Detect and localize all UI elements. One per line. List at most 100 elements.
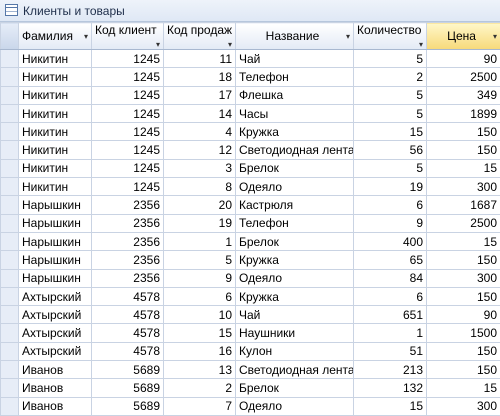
cell-price[interactable]: 150	[427, 342, 500, 360]
cell-name[interactable]: Кулон	[236, 342, 354, 360]
cell-price[interactable]: 150	[427, 287, 500, 305]
cell-client-code[interactable]: 4578	[92, 342, 164, 360]
column-header-surname[interactable]: Фамилия▾	[19, 23, 92, 50]
cell-surname[interactable]: Никитин	[19, 68, 92, 86]
row-selector[interactable]	[1, 379, 19, 397]
cell-name[interactable]: Светодиодная лента	[236, 361, 354, 379]
cell-quantity[interactable]: 56	[354, 141, 427, 159]
table-row[interactable]: Никитин124517Флешка5349	[1, 86, 500, 104]
table-row[interactable]: Ахтырский457810Чай65190	[1, 306, 500, 324]
cell-quantity[interactable]: 15	[354, 123, 427, 141]
cell-quantity[interactable]: 65	[354, 251, 427, 269]
cell-client-code[interactable]: 1245	[92, 141, 164, 159]
cell-price[interactable]: 300	[427, 178, 500, 196]
cell-sale-code[interactable]: 3	[164, 159, 236, 177]
cell-quantity[interactable]: 5	[354, 50, 427, 68]
cell-quantity[interactable]: 651	[354, 306, 427, 324]
cell-name[interactable]: Одеяло	[236, 269, 354, 287]
row-selector[interactable]	[1, 232, 19, 250]
cell-surname[interactable]: Иванов	[19, 379, 92, 397]
cell-quantity[interactable]: 15	[354, 397, 427, 415]
row-selector[interactable]	[1, 196, 19, 214]
cell-client-code[interactable]: 1245	[92, 159, 164, 177]
cell-name[interactable]: Кружка	[236, 123, 354, 141]
cell-surname[interactable]: Ахтырский	[19, 342, 92, 360]
cell-price[interactable]: 90	[427, 50, 500, 68]
cell-sale-code[interactable]: 12	[164, 141, 236, 159]
cell-price[interactable]: 2500	[427, 214, 500, 232]
cell-price[interactable]: 150	[427, 251, 500, 269]
cell-quantity[interactable]: 5	[354, 104, 427, 122]
table-row[interactable]: Нарышкин235620Кастрюля61687	[1, 196, 500, 214]
cell-sale-code[interactable]: 5	[164, 251, 236, 269]
cell-sale-code[interactable]: 10	[164, 306, 236, 324]
cell-client-code[interactable]: 1245	[92, 50, 164, 68]
cell-quantity[interactable]: 132	[354, 379, 427, 397]
cell-name[interactable]: Телефон	[236, 68, 354, 86]
cell-name[interactable]: Кастрюля	[236, 196, 354, 214]
table-row[interactable]: Никитин124511Чай590	[1, 50, 500, 68]
cell-name[interactable]: Наушники	[236, 324, 354, 342]
row-selector[interactable]	[1, 178, 19, 196]
row-selector[interactable]	[1, 86, 19, 104]
cell-quantity[interactable]: 400	[354, 232, 427, 250]
cell-sale-code[interactable]: 15	[164, 324, 236, 342]
cell-quantity[interactable]: 6	[354, 196, 427, 214]
cell-quantity[interactable]: 5	[354, 159, 427, 177]
cell-price[interactable]: 15	[427, 159, 500, 177]
cell-price[interactable]: 1687	[427, 196, 500, 214]
table-row[interactable]: Иванов56892Брелок13215	[1, 379, 500, 397]
row-selector[interactable]	[1, 141, 19, 159]
window-titlebar[interactable]: Клиенты и товары	[0, 0, 500, 22]
row-selector[interactable]	[1, 269, 19, 287]
table-row[interactable]: Нарышкин23569Одеяло84300	[1, 269, 500, 287]
cell-name[interactable]: Одеяло	[236, 397, 354, 415]
cell-client-code[interactable]: 4578	[92, 287, 164, 305]
table-row[interactable]: Иванов568913Светодиодная лента213150	[1, 361, 500, 379]
cell-name[interactable]: Чай	[236, 306, 354, 324]
cell-sale-code[interactable]: 19	[164, 214, 236, 232]
row-selector[interactable]	[1, 361, 19, 379]
cell-name[interactable]: Брелок	[236, 232, 354, 250]
cell-name[interactable]: Брелок	[236, 159, 354, 177]
cell-quantity[interactable]: 51	[354, 342, 427, 360]
cell-name[interactable]: Брелок	[236, 379, 354, 397]
cell-price[interactable]: 90	[427, 306, 500, 324]
column-header-name[interactable]: Название▾	[236, 23, 354, 50]
cell-name[interactable]: Чай	[236, 50, 354, 68]
cell-surname[interactable]: Никитин	[19, 159, 92, 177]
cell-sale-code[interactable]: 17	[164, 86, 236, 104]
cell-surname[interactable]: Ахтырский	[19, 324, 92, 342]
cell-client-code[interactable]: 5689	[92, 379, 164, 397]
dropdown-arrow-icon[interactable]: ▾	[419, 40, 423, 49]
cell-name[interactable]: Флешка	[236, 86, 354, 104]
cell-client-code[interactable]: 2356	[92, 196, 164, 214]
cell-price[interactable]: 15	[427, 232, 500, 250]
cell-client-code[interactable]: 4578	[92, 324, 164, 342]
cell-sale-code[interactable]: 16	[164, 342, 236, 360]
cell-name[interactable]: Светодиодная лента	[236, 141, 354, 159]
cell-sale-code[interactable]: 13	[164, 361, 236, 379]
select-all-corner[interactable]	[1, 23, 19, 50]
table-row[interactable]: Ахтырский457816Кулон51150	[1, 342, 500, 360]
column-header-sale-code[interactable]: Код продаж▾	[164, 23, 236, 50]
cell-surname[interactable]: Нарышкин	[19, 269, 92, 287]
cell-surname[interactable]: Ахтырский	[19, 287, 92, 305]
cell-surname[interactable]: Никитин	[19, 178, 92, 196]
cell-price[interactable]: 1500	[427, 324, 500, 342]
cell-sale-code[interactable]: 2	[164, 379, 236, 397]
table-row[interactable]: Нарышкин23565Кружка65150	[1, 251, 500, 269]
cell-surname[interactable]: Никитин	[19, 86, 92, 104]
column-header-quantity[interactable]: Количество▾	[354, 23, 427, 50]
cell-client-code[interactable]: 1245	[92, 123, 164, 141]
cell-surname[interactable]: Нарышкин	[19, 196, 92, 214]
cell-surname[interactable]: Никитин	[19, 123, 92, 141]
cell-sale-code[interactable]: 4	[164, 123, 236, 141]
cell-client-code[interactable]: 1245	[92, 104, 164, 122]
cell-price[interactable]: 300	[427, 269, 500, 287]
cell-name[interactable]: Кружка	[236, 251, 354, 269]
row-selector[interactable]	[1, 159, 19, 177]
row-selector[interactable]	[1, 306, 19, 324]
cell-name[interactable]: Телефон	[236, 214, 354, 232]
column-header-client-code[interactable]: Код клиент▾	[92, 23, 164, 50]
